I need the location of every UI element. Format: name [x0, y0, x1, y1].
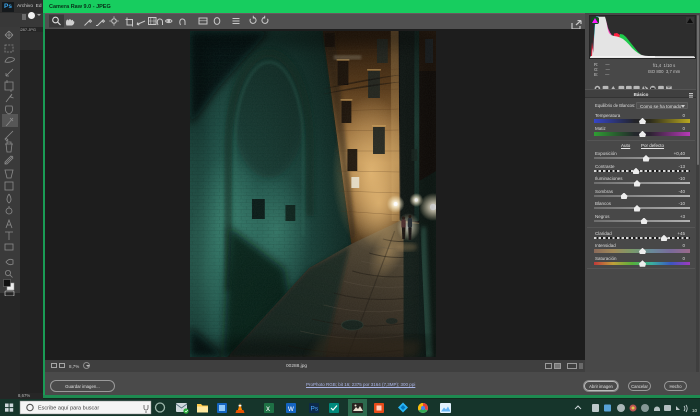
svg-text:10: 10 [692, 408, 698, 413]
svg-text:w: w [287, 404, 294, 413]
svg-text:Escribe aquí para buscar: Escribe aquí para buscar [38, 406, 99, 412]
svg-text:x: x [266, 404, 270, 413]
svg-text:Ps: Ps [311, 406, 319, 413]
